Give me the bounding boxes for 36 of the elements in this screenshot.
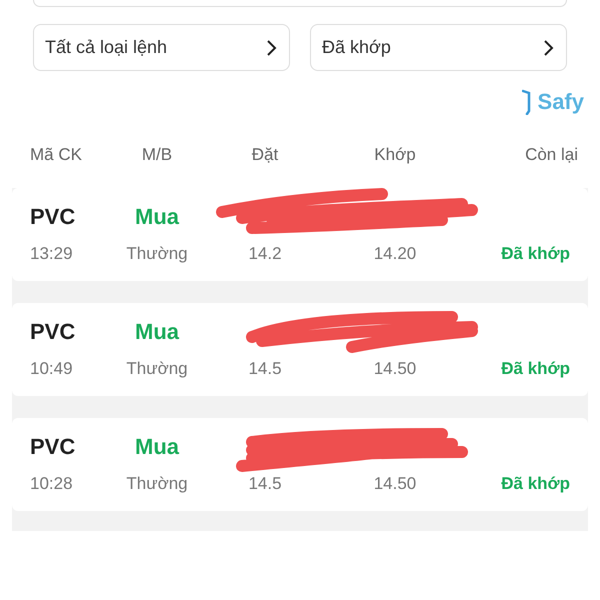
column-header: M/B: [142, 144, 172, 166]
chevron-right-icon: [543, 38, 555, 56]
order-side: Mua: [135, 318, 179, 346]
order-type: Thường: [126, 358, 188, 380]
column-header: Mã CK: [30, 144, 82, 166]
order-status: Đã khớp: [501, 472, 570, 494]
order-price: 14.5: [248, 472, 282, 494]
matched-price: 14.20: [374, 242, 416, 264]
column-header: Đặt: [252, 144, 278, 166]
bracket-icon: [522, 88, 532, 114]
matched-price: 14.50: [374, 472, 416, 494]
order-status: Đã khớp: [501, 242, 570, 264]
order-price: 14.2: [248, 242, 282, 264]
order-time: 10:28: [30, 472, 73, 494]
column-header: Khớp: [374, 144, 416, 166]
order-card[interactable]: PVC Mua 10:28 Thường 14.5 14.50 Đã khớp: [12, 418, 588, 510]
order-type: Thường: [126, 242, 188, 264]
stock-symbol: PVC: [30, 318, 76, 346]
filter-dropdown[interactable]: Đã khớp: [310, 24, 567, 71]
stock-symbol: PVC: [30, 432, 76, 460]
logo-text: Safy: [538, 88, 584, 116]
order-status: Đã khớp: [501, 358, 570, 380]
input-field[interactable]: [33, 0, 567, 7]
order-card[interactable]: PVC Mua 13:29 Thường 14.2 14.20 Đã khớp: [12, 188, 588, 280]
stock-symbol: PVC: [30, 202, 76, 230]
order-type: Thường: [126, 472, 188, 494]
order-time: 13:29: [30, 242, 73, 264]
order-card[interactable]: PVC Mua 10:49 Thường 14.5 14.50 Đã khớp: [12, 302, 588, 396]
column-header: Còn lại: [525, 144, 578, 166]
order-time: 10:49: [30, 358, 73, 380]
chevron-right-icon: [266, 38, 278, 56]
order-side: Mua: [135, 432, 179, 460]
filter-dropdown[interactable]: Tất cả loại lệnh: [33, 24, 290, 71]
matched-price: 14.50: [374, 358, 416, 380]
order-price: 14.5: [248, 358, 282, 380]
order-side: Mua: [135, 202, 179, 230]
